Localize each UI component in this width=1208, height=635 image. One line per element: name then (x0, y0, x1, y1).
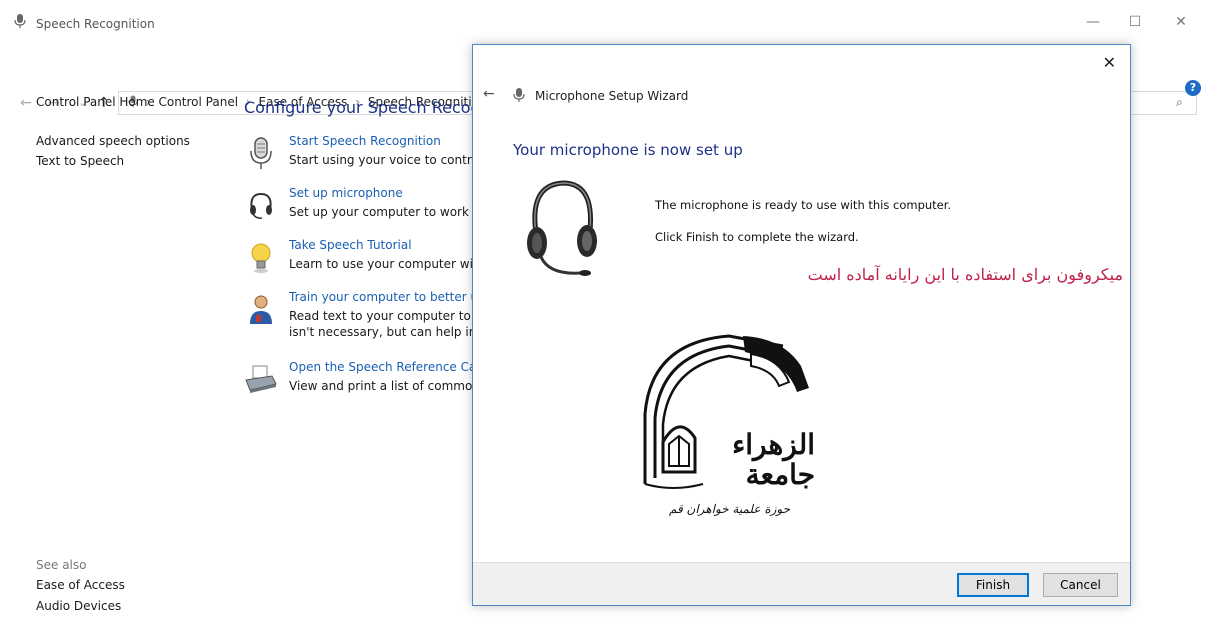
task-set-up-microphone: Set up microphone Set up your computer t… (244, 186, 472, 226)
persian-annotation: میکروفون برای استفاده با این رایانه آماد… (807, 265, 1123, 284)
task-train-computer: Train your computer to better ur Read te… (244, 290, 472, 346)
maximize-button[interactable]: ☐ (1120, 10, 1150, 34)
user-icon (250, 295, 272, 324)
headset-icon (527, 180, 597, 276)
wizard-message-finish: Click Finish to complete the wizard. (655, 230, 859, 244)
logo-title: الزهراء جامعة (732, 428, 815, 491)
see-also-title: See also (36, 558, 87, 572)
jamiat-al-zahra-logo: الزهراء جامعة حوزة علمية خواهران قم (633, 332, 823, 537)
audio-devices-link[interactable]: Audio Devices (36, 599, 125, 613)
search-icon[interactable]: ⌕ (1176, 95, 1183, 110)
see-also-section: See also Ease of Access Audio Devices (36, 558, 125, 613)
ease-of-access-link[interactable]: Ease of Access (36, 578, 125, 592)
logo-subtitle: حوزة علمية خواهران قم (669, 502, 791, 516)
headset-icon (250, 192, 272, 219)
help-icon[interactable]: ? (1185, 80, 1201, 96)
wizard-footer: Finish Cancel (473, 562, 1130, 605)
task-list: Start Speech Recognition Start using you… (240, 128, 472, 408)
task-speech-tutorial: Take Speech Tutorial Learn to use your c… (244, 238, 472, 278)
train-computer-link[interactable]: Train your computer to better ur (289, 290, 472, 304)
lightbulb-icon (251, 243, 271, 273)
minimize-button[interactable]: — (1078, 10, 1108, 34)
wizard-message-ready: The microphone is ready to use with this… (655, 198, 952, 212)
wizard-heading: Your microphone is now set up (513, 141, 743, 159)
text-to-speech-link[interactable]: Text to Speech (36, 154, 190, 168)
printer-icon (245, 365, 277, 393)
search-input[interactable] (1125, 91, 1197, 115)
task-description: Read text to your computer to in (289, 309, 472, 323)
start-speech-recognition-link[interactable]: Start Speech Recognition (289, 134, 441, 148)
microphone-icon (14, 14, 26, 28)
task-speech-reference-card: Open the Speech Reference Card View and … (244, 360, 472, 400)
page-title: Configure your Speech Recogn (244, 98, 491, 117)
left-nav: Control Panel Home Advanced speech optio… (36, 95, 190, 168)
finish-button[interactable]: Finish (957, 573, 1029, 597)
wizard-back-button[interactable]: ← (483, 86, 495, 102)
control-panel-home-link[interactable]: Control Panel Home (36, 95, 190, 109)
set-up-microphone-link[interactable]: Set up microphone (289, 186, 403, 200)
task-description: Set up your computer to work pr (289, 205, 472, 219)
wizard-close-button[interactable]: ✕ (1103, 53, 1116, 72)
microphone-icon (250, 137, 272, 169)
task-description-continued: isn't necessary, but can help imp (289, 325, 472, 339)
window-title: Speech Recognition (36, 17, 155, 31)
cancel-button[interactable]: Cancel (1043, 573, 1118, 597)
wizard-title: Microphone Setup Wizard (535, 89, 689, 103)
title-bar: Speech Recognition — ☐ ✕ (0, 0, 1208, 36)
microphone-setup-wizard-dialog: ✕ ← Microphone Setup Wizard Your microph… (472, 44, 1131, 606)
task-start-speech-recognition: Start Speech Recognition Start using you… (244, 134, 472, 174)
task-description: Start using your voice to control (289, 153, 472, 167)
back-button[interactable]: ← (20, 95, 32, 111)
advanced-speech-options-link[interactable]: Advanced speech options (36, 134, 190, 148)
speech-recognition-window: Speech Recognition — ☐ ✕ ← → ⌄ ↑ › Contr… (0, 0, 1208, 635)
take-speech-tutorial-link[interactable]: Take Speech Tutorial (289, 238, 412, 252)
close-button[interactable]: ✕ (1166, 10, 1196, 34)
speech-reference-card-link[interactable]: Open the Speech Reference Card (289, 360, 472, 374)
task-description: View and print a list of common (289, 379, 472, 393)
microphone-icon (513, 88, 525, 102)
task-description: Learn to use your computer with (289, 257, 472, 271)
